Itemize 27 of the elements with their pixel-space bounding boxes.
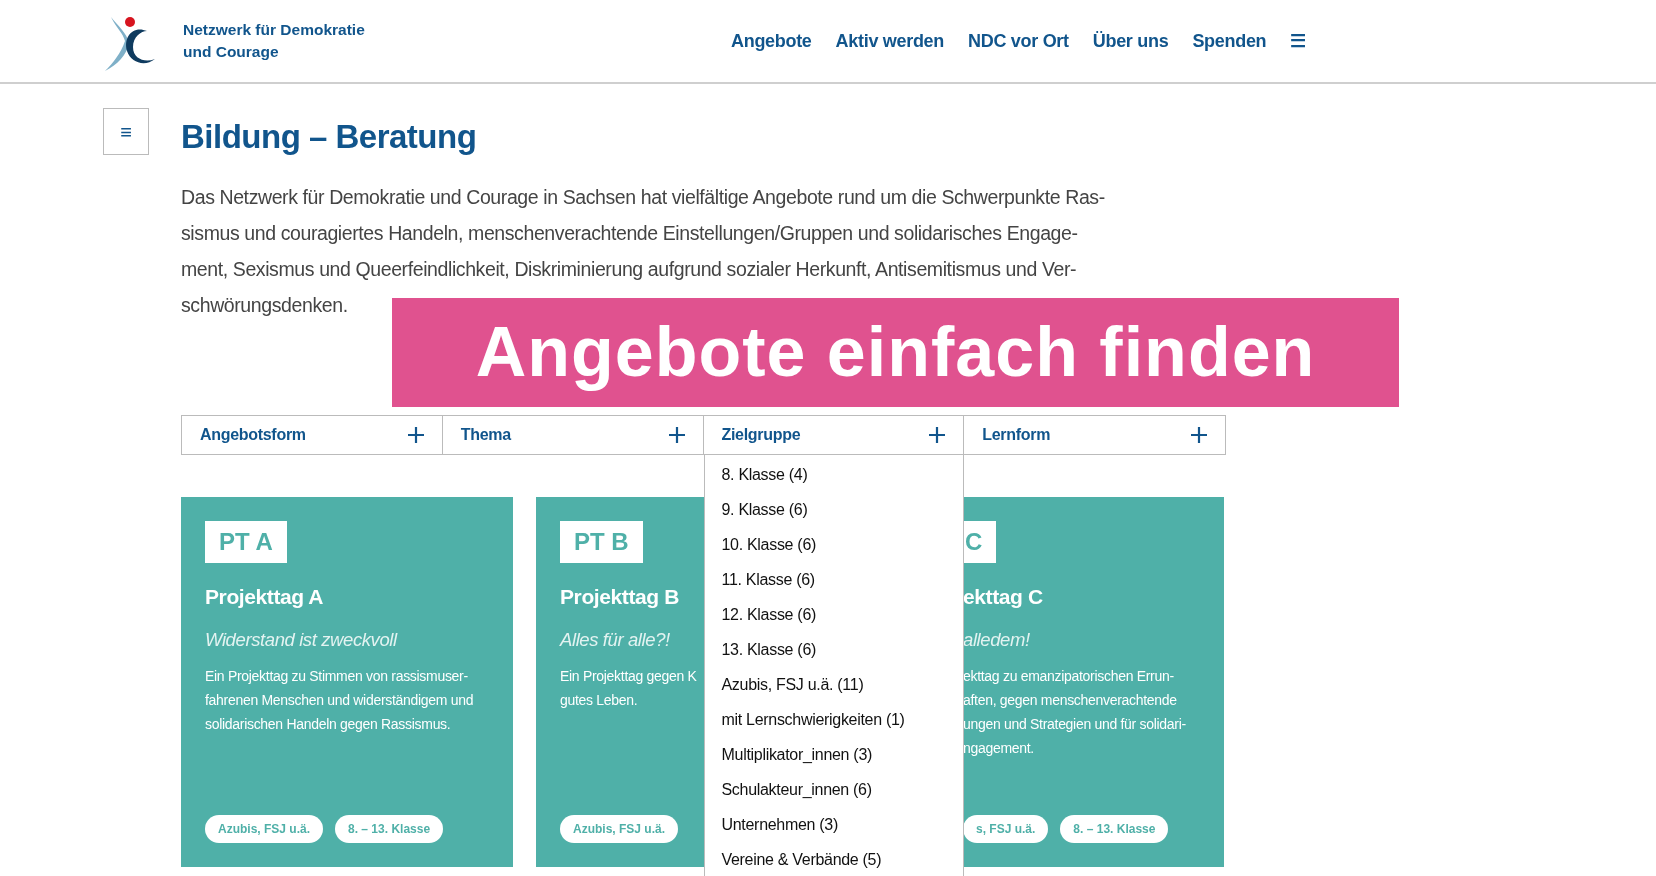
- plus-icon: [1191, 426, 1207, 443]
- promo-banner: Angebote einfach finden: [392, 298, 1399, 407]
- nav-link[interactable]: Über uns: [1092, 27, 1169, 55]
- card-title: ekttag C: [963, 583, 1043, 610]
- card-label: PT A: [205, 520, 287, 563]
- card-subtitle: alledem!: [963, 628, 1030, 653]
- card-label: PT B: [560, 520, 643, 563]
- card-title: Projekttag B: [560, 583, 679, 610]
- card-subtitle: Widerstand ist zweckvoll: [205, 628, 397, 653]
- card-description: Ein Projekttag gegen K gutes Leben.: [560, 666, 697, 710]
- logo-text[interactable]: Netzwerk für Demokratie und Courage: [183, 19, 365, 63]
- plus-icon: [929, 426, 946, 443]
- card-description: Ein Projekttag zu Stimmen von rassismuser- fahrenen Menschen und widerständigem und solidarischen Handeln gegen Rassismus.: [205, 666, 474, 734]
- nav-link[interactable]: Angebote: [731, 27, 812, 55]
- card-title: Projekttag A: [205, 583, 324, 610]
- plus-icon: [668, 426, 685, 443]
- menu-button[interactable]: ≡: [103, 108, 149, 155]
- nav-link[interactable]: Aktiv werden: [835, 27, 945, 55]
- nav-link[interactable]: ☰: [1290, 27, 1306, 55]
- page-title: Bildung – Beratung: [181, 117, 478, 157]
- card-label: C: [963, 520, 997, 563]
- card-description: ekttag zu emanzipatorischen Errun- aften, gegen menschenverachtende ungen und Strategien und für solidari- ngagement.: [963, 666, 1186, 758]
- card-subtitle: Alles für alle?!: [560, 628, 670, 653]
- dropdown-option[interactable]: 8. Klasse (4): [704, 456, 964, 492]
- plus-icon: [407, 426, 424, 443]
- nav-link[interactable]: NDC vor Ort: [968, 27, 1069, 55]
- nav-link[interactable]: Spenden: [1192, 27, 1267, 55]
